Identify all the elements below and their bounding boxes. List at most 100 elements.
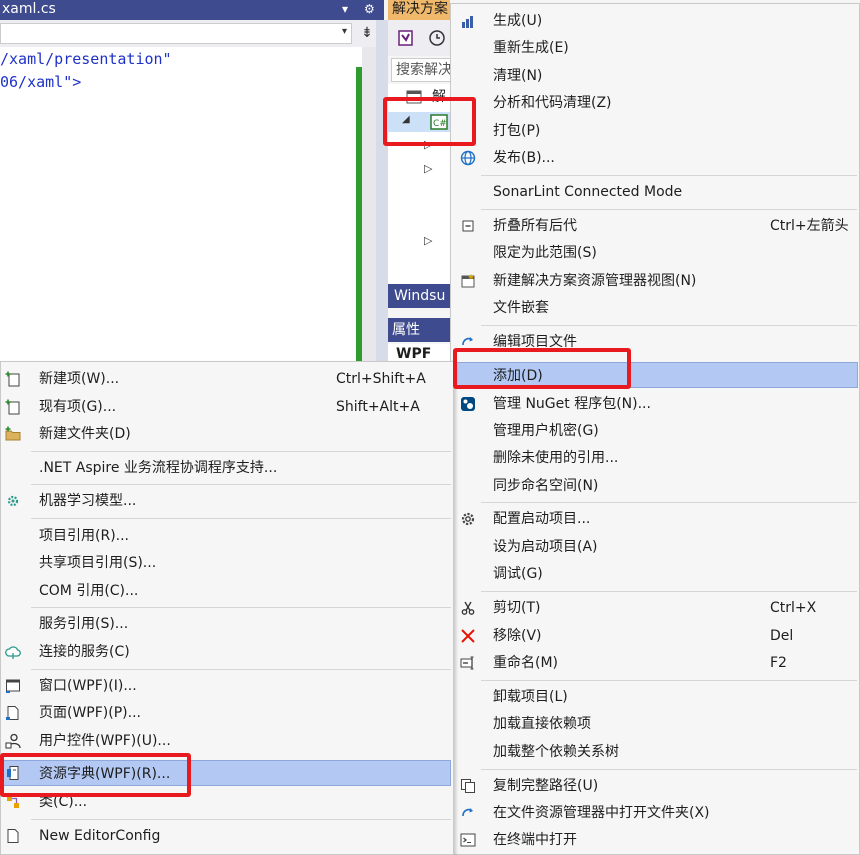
- submenu-item-resource-dictionary-wpf[interactable]: 资源字典(WPF)(R)...: [1, 760, 451, 786]
- menu-item-label: 移除(V): [493, 628, 542, 644]
- submenu-item-new-item[interactable]: 新建项(W)... Ctrl+Shift+A: [1, 366, 453, 392]
- menu-separator: [481, 325, 857, 326]
- menu-item-cut[interactable]: 剪切(T) Ctrl+X: [455, 595, 855, 621]
- submenu-item-shortcut: Shift+Alt+A: [336, 399, 420, 415]
- windsurf-panel-tab[interactable]: Windsu: [388, 284, 450, 308]
- tab-dropdown-icon[interactable]: ▾: [342, 0, 348, 18]
- submenu-item-class[interactable]: 类(C)...: [1, 789, 453, 815]
- submenu-item-window-wpf[interactable]: 窗口(WPF)(I)...: [1, 673, 453, 699]
- menu-item-load-dep-tree[interactable]: 加载整个依赖关系树: [455, 739, 855, 765]
- menu-item-manage-nuget[interactable]: 管理 NuGet 程序包(N)...: [455, 391, 855, 417]
- properties-panel-title[interactable]: 属性: [388, 318, 450, 342]
- expand-arrow-icon[interactable]: ▷: [424, 138, 432, 151]
- menu-item-file-nesting[interactable]: 文件嵌套: [455, 295, 855, 321]
- menu-item-remove[interactable]: 移除(V) Del: [455, 623, 855, 649]
- menu-item-open-in-terminal[interactable]: 在终端中打开: [455, 827, 855, 853]
- menu-item-unload-project[interactable]: 卸载项目(L): [455, 684, 855, 710]
- submenu-item-shortcut: Ctrl+Shift+A: [336, 371, 426, 387]
- build-icon: [462, 16, 473, 28]
- menu-item-rename[interactable]: 重命名(M) F2: [455, 650, 855, 676]
- solution-explorer-title[interactable]: 解决方案: [388, 0, 450, 20]
- menu-item-debug[interactable]: 调试(G): [455, 561, 855, 587]
- submenu-item-user-control-wpf[interactable]: 用户控件(WPF)(U)...: [1, 728, 453, 754]
- split-editor-icon[interactable]: ⇟: [356, 23, 378, 44]
- scissors-icon: [461, 601, 475, 615]
- submenu-item-new-folder[interactable]: 新建文件夹(D): [1, 421, 453, 447]
- submenu-item-page-wpf[interactable]: 页面(WPF)(P)...: [1, 700, 453, 726]
- menu-item-remove-unused-refs[interactable]: 删除未使用的引用...: [455, 445, 855, 471]
- menu-item-label: 新建解决方案资源管理器视图(N): [493, 273, 697, 289]
- change-indicator-bar: [356, 67, 362, 362]
- menu-item-add[interactable]: 添加(D): [455, 362, 858, 388]
- submenu-item-com-reference[interactable]: COM 引用(C)...: [1, 578, 453, 604]
- tab-settings-icon[interactable]: ⚙: [364, 0, 375, 18]
- menu-item-label: 重新生成(E): [493, 40, 569, 56]
- menu-item-publish[interactable]: 发布(B)...: [455, 145, 855, 171]
- menu-item-new-view[interactable]: 新建解决方案资源管理器视图(N): [455, 268, 855, 294]
- submenu-item-label: 机器学习模型...: [39, 493, 137, 509]
- menu-item-label: 发布(B)...: [493, 150, 555, 166]
- panel-splitter[interactable]: [376, 20, 388, 362]
- menu-item-set-startup[interactable]: 设为启动项目(A): [455, 534, 855, 560]
- menu-separator: [481, 209, 857, 210]
- editor-tab-title: xaml.cs: [2, 1, 56, 17]
- history-clock-icon[interactable]: [428, 29, 446, 47]
- editor-navigation-bar: ▾ ⇟: [0, 20, 384, 47]
- menu-separator: [31, 669, 451, 670]
- menu-item-analyze[interactable]: 分析和代码清理(Z): [455, 90, 855, 116]
- menu-item-user-secrets[interactable]: 管理用户机密(G): [455, 418, 855, 444]
- menu-item-label: 打包(P): [493, 123, 541, 139]
- submenu-item-aspire[interactable]: .NET Aspire 业务流程协调程序支持...: [1, 455, 453, 481]
- menu-item-sync-namespaces[interactable]: 同步命名空间(N): [455, 473, 855, 499]
- menu-item-configure-startup[interactable]: 配置启动项目...: [455, 506, 855, 532]
- menu-item-copy-full-path[interactable]: 复制完整路径(U): [455, 773, 855, 799]
- menu-item-load-direct-deps[interactable]: 加载直接依赖项: [455, 711, 855, 737]
- expand-arrow-icon[interactable]: ▷: [424, 234, 432, 247]
- menu-item-pack[interactable]: 打包(P): [455, 118, 855, 144]
- member-dropdown[interactable]: ▾: [0, 23, 352, 44]
- submenu-item-project-reference[interactable]: 项目引用(R)...: [1, 523, 453, 549]
- svg-text:C#: C#: [433, 119, 447, 129]
- menu-item-collapse-all[interactable]: 折叠所有后代 Ctrl+左箭头: [455, 213, 855, 239]
- menu-item-open-in-explorer[interactable]: 在文件资源管理器中打开文件夹(X): [455, 800, 855, 826]
- menu-item-rebuild[interactable]: 重新生成(E): [455, 35, 855, 61]
- menu-item-label: 设为启动项目(A): [493, 539, 598, 555]
- submenu-item-label: COM 引用(C)...: [39, 583, 139, 599]
- submenu-item-label: 新建项(W)...: [39, 371, 120, 387]
- submenu-item-new-editorconfig[interactable]: New EditorConfig: [1, 823, 453, 849]
- submenu-item-connected-service[interactable]: 连接的服务(C): [1, 639, 453, 665]
- terminal-icon: [460, 833, 476, 847]
- expand-arrow-icon[interactable]: ▷: [424, 162, 432, 175]
- menu-item-label: SonarLint Connected Mode: [493, 184, 683, 200]
- submenu-item-label: New EditorConfig: [39, 828, 161, 844]
- solution-search-input[interactable]: 搜索解决: [391, 58, 451, 82]
- editor-tab[interactable]: xaml.cs ▾ ⚙: [0, 0, 384, 20]
- project-node[interactable]: ◢ C#: [388, 112, 450, 132]
- submenu-item-existing-item[interactable]: 现有项(G)... Shift+Alt+A: [1, 394, 453, 420]
- submenu-item-label: 新建文件夹(D): [39, 426, 131, 442]
- menu-separator: [481, 680, 857, 681]
- expand-arrow-icon[interactable]: ◢: [402, 114, 410, 125]
- menu-item-label: 在文件资源管理器中打开文件夹(X): [493, 805, 710, 821]
- submenu-item-label: 窗口(WPF)(I)...: [39, 678, 137, 694]
- submenu-item-service-reference[interactable]: 服务引用(S)...: [1, 611, 453, 637]
- menu-item-scope[interactable]: 限定为此范围(S): [455, 240, 855, 266]
- menu-item-edit-project-file[interactable]: 编辑项目文件: [455, 329, 855, 355]
- code-line: 06/xaml">: [0, 73, 82, 91]
- solution-node-label[interactable]: 解: [432, 86, 446, 106]
- menu-item-clean[interactable]: 清理(N): [455, 63, 855, 89]
- vs-switch-views-icon[interactable]: [396, 28, 416, 48]
- rename-icon: [460, 656, 474, 670]
- remove-x-icon: [461, 629, 475, 643]
- submenu-item-label: 共享项目引用(S)...: [39, 555, 157, 571]
- menu-item-shortcut: Ctrl+左箭头: [770, 218, 849, 234]
- menu-item-sonarlint[interactable]: SonarLint Connected Mode: [455, 179, 855, 205]
- submenu-item-label: 页面(WPF)(P)...: [39, 705, 141, 721]
- chevron-down-icon: ▾: [341, 26, 347, 37]
- submenu-item-ml-model[interactable]: 机器学习模型...: [1, 488, 453, 514]
- code-editor[interactable]: /xaml/presentation" 06/xaml">: [0, 47, 362, 362]
- menu-item-label: 剪切(T): [493, 600, 541, 616]
- menu-item-build[interactable]: 生成(U): [455, 8, 855, 34]
- new-item-icon: [5, 371, 20, 387]
- submenu-item-shared-project-reference[interactable]: 共享项目引用(S)...: [1, 550, 453, 576]
